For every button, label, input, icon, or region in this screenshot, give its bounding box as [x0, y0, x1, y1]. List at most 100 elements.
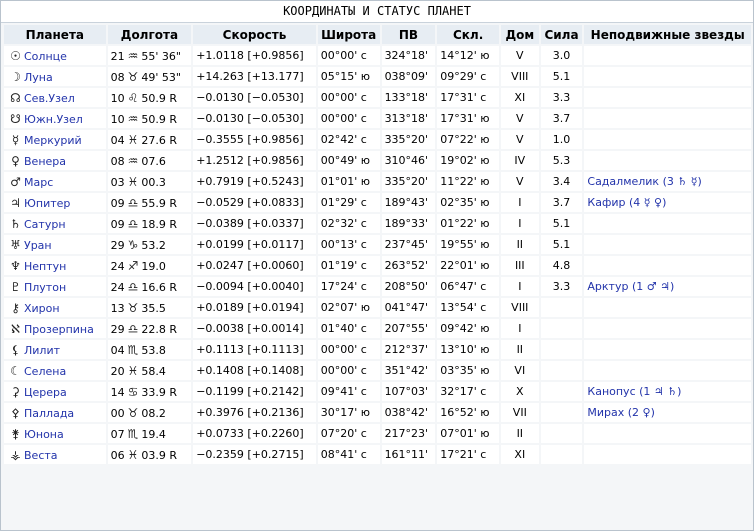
speed-cell: −0.0529 [+0.0833] — [193, 193, 316, 212]
juno-icon: ⚵ — [11, 426, 20, 441]
longitude-degrees: 09 — [110, 217, 125, 231]
right-ascension-cell: 038°09' — [381, 67, 436, 86]
planet-cell: ☾ Селена — [4, 361, 106, 380]
fixed-star-cell — [584, 361, 751, 380]
planet-name-link[interactable]: Южн.Узел — [24, 113, 83, 126]
declination-cell: 19°55' ю — [437, 235, 499, 254]
planet-name-link[interactable]: Сев.Узел — [24, 92, 75, 105]
planet-name-link[interactable]: Луна — [24, 71, 53, 84]
planet-name-link[interactable]: Сатурн — [24, 218, 66, 231]
zodiac-sign-icon: ♓ — [127, 363, 139, 378]
house-cell: V — [500, 46, 539, 65]
planets-table: Планета Долгота Скорость Широта ПВ Скл. Дом Сил… — [2, 23, 753, 466]
fixed-star-cell: Садалмелик (3 ♄ ☿) — [584, 172, 751, 191]
planet-name-link[interactable]: Селена — [24, 365, 66, 378]
longitude-degrees: 29 — [110, 238, 125, 252]
right-ascension-cell: 324°18' — [381, 46, 436, 65]
declination-cell: 17°31' с — [437, 88, 499, 107]
declination-cell: 22°01' ю — [437, 256, 499, 275]
planet-name-link[interactable]: Веста — [24, 449, 58, 462]
latitude-cell: 30°17' ю — [317, 403, 380, 422]
planet-name-link[interactable]: Церера — [24, 386, 67, 399]
planet-name-link[interactable]: Солнце — [24, 50, 67, 63]
table-row: ♄ Сатурн 09 ♎ 18.9 R −0.0389 [+0.0337] 02°32' … — [4, 214, 751, 233]
chiron-icon: ⚷ — [11, 300, 20, 315]
planet-name-link[interactable]: Хирон — [24, 302, 60, 315]
force-cell: 5.1 — [540, 214, 583, 233]
sun-icon: ☉ — [10, 48, 21, 63]
planet-name-link[interactable]: Венера — [24, 155, 66, 168]
right-ascension-cell: 351°42' — [381, 361, 436, 380]
longitude-minutes: 53.8 — [141, 343, 166, 357]
table-row: ☊ Сев.Узел 10 ♌ 50.9 R −0.0130 [−0.0530] 00°00… — [4, 88, 751, 107]
col-house-header: Дом — [500, 25, 539, 44]
declination-cell: 13°10' ю — [437, 340, 499, 359]
longitude-minutes: 18.9 R — [141, 217, 177, 231]
zodiac-sign-icon: ♑ — [127, 237, 139, 252]
longitude-degrees: 00 — [110, 406, 125, 420]
longitude-degrees: 24 — [110, 280, 125, 294]
table-row: ⚷ Хирон 13 ♉ 35.5 +0.0189 [+0.0194] 02°07' ю 04… — [4, 298, 751, 317]
longitude-degrees: 08 — [110, 70, 125, 84]
right-ascension-cell: 189°43' — [381, 193, 436, 212]
speed-cell: −0.3555 [+0.9856] — [193, 130, 316, 149]
declination-cell: 17°31' ю — [437, 109, 499, 128]
fixed-star-cell — [584, 298, 751, 317]
speed-cell: +0.0189 [+0.0194] — [193, 298, 316, 317]
longitude-minutes: 16.6 R — [141, 280, 177, 294]
zodiac-sign-icon: ♏ — [127, 342, 139, 357]
planet-cell: ☋ Южн.Узел — [4, 109, 106, 128]
table-row: ♅ Уран 29 ♑ 53.2 +0.0199 [+0.0117] 00°13' с 237… — [4, 235, 751, 254]
latitude-cell: 09°41' с — [317, 382, 380, 401]
planet-cell: ♅ Уран — [4, 235, 106, 254]
planet-name-link[interactable]: Уран — [24, 239, 52, 252]
latitude-cell: 00°13' с — [317, 235, 380, 254]
planet-name-link[interactable]: Юпитер — [24, 197, 70, 210]
col-ra-header: ПВ — [381, 25, 436, 44]
zodiac-sign-icon: ♓ — [127, 132, 139, 147]
force-cell — [540, 403, 583, 422]
fixed-star-cell — [584, 424, 751, 443]
col-planet-header: Планета — [4, 25, 106, 44]
longitude-degrees: 20 — [110, 364, 125, 378]
fixed-star-cell — [584, 235, 751, 254]
latitude-cell: 02°42' с — [317, 130, 380, 149]
jupiter-icon: ♃ — [10, 195, 21, 210]
house-cell: I — [500, 319, 539, 338]
planet-name-link[interactable]: Паллада — [24, 407, 74, 420]
longitude-minutes: 50.9 R — [141, 91, 177, 105]
speed-cell: +0.3976 [+0.2136] — [193, 403, 316, 422]
speed-cell: −0.2359 [+0.2715] — [193, 445, 316, 464]
longitude-cell: 10 ♌ 50.9 R — [107, 88, 192, 107]
fixed-star-cell — [584, 340, 751, 359]
planet-name-link[interactable]: Прозерпина — [24, 323, 94, 336]
longitude-cell: 29 ♑ 53.2 — [107, 235, 192, 254]
planet-name-link[interactable]: Марс — [24, 176, 53, 189]
force-cell: 3.3 — [540, 88, 583, 107]
planet-name-link[interactable]: Лилит — [24, 344, 60, 357]
house-cell: V — [500, 130, 539, 149]
force-cell — [540, 445, 583, 464]
latitude-cell: 02°32' с — [317, 214, 380, 233]
longitude-minutes: 27.6 R — [141, 133, 177, 147]
longitude-degrees: 13 — [110, 301, 125, 315]
right-ascension-cell: 263°52' — [381, 256, 436, 275]
fixed-star-cell — [584, 151, 751, 170]
force-cell: 4.8 — [540, 256, 583, 275]
house-cell: III — [500, 256, 539, 275]
house-cell: X — [500, 382, 539, 401]
planet-name-link[interactable]: Плутон — [24, 281, 66, 294]
speed-cell: −0.0389 [+0.0337] — [193, 214, 316, 233]
planet-name-link[interactable]: Юнона — [24, 428, 64, 441]
table-header-row: Планета Долгота Скорость Широта ПВ Скл. Дом Сил… — [4, 25, 751, 44]
zodiac-sign-icon: ♉ — [127, 69, 139, 84]
declination-cell: 09°42' ю — [437, 319, 499, 338]
planet-name-link[interactable]: Меркурий — [24, 134, 82, 147]
house-cell: VII — [500, 403, 539, 422]
right-ascension-cell: 161°11' — [381, 445, 436, 464]
zodiac-sign-icon: ♉ — [127, 300, 139, 315]
planet-name-link[interactable]: Нептун — [24, 260, 66, 273]
house-cell: V — [500, 109, 539, 128]
fixed-star-cell: Мирах (2 ♀) — [584, 403, 751, 422]
fixed-star-cell: Канопус (1 ♃ ♄) — [584, 382, 751, 401]
